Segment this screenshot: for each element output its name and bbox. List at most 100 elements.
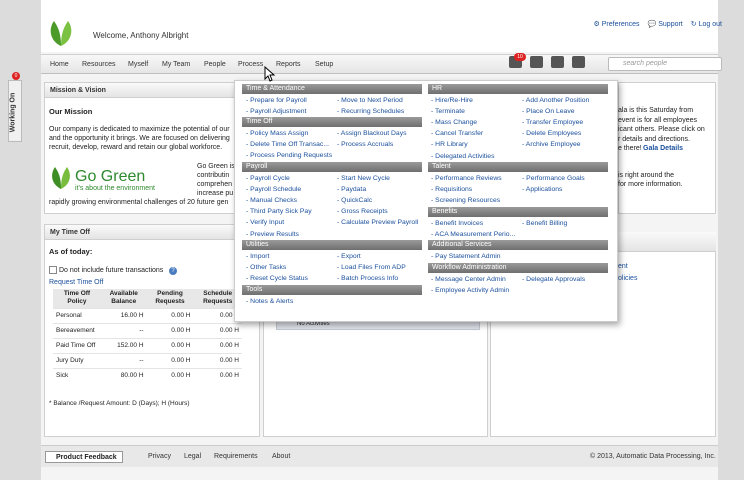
mouse-cursor-icon — [264, 66, 276, 82]
menu-item[interactable]: Export — [337, 253, 361, 260]
chat-bubble-icon: 💬 — [647, 21, 657, 28]
menu-item[interactable]: Payroll Adjustment — [246, 108, 306, 115]
menu-item[interactable]: Calculate Preview Payroll — [337, 219, 418, 226]
nav-setup[interactable]: Setup — [315, 61, 333, 68]
menu-item[interactable]: Benefit Billing — [522, 220, 567, 227]
cell: 0.00 H — [193, 322, 242, 338]
menu-item[interactable]: Add Another Position — [522, 97, 589, 104]
logout-link[interactable]: ↻ Log out — [690, 20, 722, 29]
time-off-title: My Time Off — [45, 225, 259, 240]
menu-item[interactable]: Payroll Schedule — [246, 186, 301, 193]
menu-item[interactable]: Pay Statement Admin — [431, 253, 500, 260]
mail-count-badge: 10 — [514, 53, 526, 61]
menu-item[interactable]: Delegate Approvals — [522, 276, 585, 283]
menu-section-pay: Payroll — [242, 162, 422, 172]
menu-item[interactable]: Mass Change — [431, 119, 477, 126]
menu-item[interactable]: QuickCalc — [337, 197, 372, 204]
footer-requirements-link[interactable]: Requirements — [214, 453, 258, 460]
cell: 0.00 H — [146, 322, 194, 338]
menu-section-talent: Talent — [428, 162, 608, 172]
nav-home[interactable]: Home — [50, 61, 69, 68]
menu-item[interactable]: Process Accruals — [337, 141, 393, 148]
cell: Paid Time Off — [53, 337, 101, 353]
menu-item[interactable]: Hire/Re-Hire — [431, 97, 473, 104]
menu-item[interactable]: Move to Next Period — [337, 97, 403, 104]
menu-item[interactable]: Import — [246, 253, 269, 260]
menu-item[interactable]: Other Tasks — [246, 264, 286, 271]
product-feedback-button[interactable]: Product Feedback — [45, 451, 123, 463]
menu-item[interactable]: Notes & Alerts — [246, 298, 293, 305]
menu-item[interactable]: Assign Blackout Days — [337, 130, 407, 137]
resource-link[interactable]: olicies — [618, 275, 637, 282]
menu-item[interactable]: Delegated Activities — [431, 153, 494, 160]
menu-item[interactable]: Employee Activity Admin — [431, 287, 509, 294]
cell: 0.00 H — [146, 352, 194, 368]
briefcase-icon[interactable] — [530, 56, 543, 68]
menu-item[interactable]: Third Party Sick Pay — [246, 208, 312, 215]
gala-details-link[interactable]: Gala Details — [643, 145, 683, 152]
nav-process[interactable]: Process — [238, 61, 263, 68]
nav-reports[interactable]: Reports — [276, 61, 301, 68]
menu-item[interactable]: Verify Input — [246, 219, 284, 226]
footer-privacy-link[interactable]: Privacy — [148, 453, 171, 460]
menu-section-wf: Workflow Administration — [428, 263, 608, 273]
menu-item[interactable]: Prepare for Payroll — [246, 97, 307, 104]
menu-item[interactable]: Preview Results — [246, 231, 299, 238]
company-leaf-logo — [50, 21, 72, 46]
menu-item[interactable]: Paydata — [337, 186, 366, 193]
col-pending: Pending Requests — [146, 289, 194, 308]
help-icon[interactable]: ? — [169, 267, 177, 275]
working-on-badge: 0 — [12, 72, 20, 80]
nav-myself[interactable]: Myself — [128, 61, 148, 68]
nav-people[interactable]: People — [204, 61, 226, 68]
logout-icon: ↻ — [690, 21, 697, 28]
menu-item[interactable]: Batch Process Info — [337, 275, 398, 282]
menu-item[interactable]: Requisitions — [431, 186, 472, 193]
wrench-icon[interactable] — [572, 56, 585, 68]
menu-item[interactable]: Screening Resources — [431, 197, 500, 204]
cell: Jury Duty — [53, 352, 101, 368]
menu-item[interactable]: Delete Time Off Transac... — [246, 141, 329, 148]
future-transactions-checkbox[interactable] — [49, 266, 57, 274]
preferences-link[interactable]: ⚙ Preferences — [593, 20, 639, 29]
go-green-tagline: it's about the environment — [75, 185, 155, 192]
report-icon[interactable] — [551, 56, 564, 68]
menu-item[interactable]: HR Library — [431, 141, 467, 148]
working-on-tab[interactable]: Working On — [8, 80, 22, 142]
menu-item[interactable]: Recurring Schedules — [337, 108, 404, 115]
as-of-label: As of today: — [49, 247, 93, 256]
menu-item[interactable]: Performance Reviews — [431, 175, 501, 182]
menu-section-tools: Tools — [242, 285, 422, 295]
menu-item[interactable]: Gross Receipts — [337, 208, 387, 215]
menu-item[interactable]: Manual Checks — [246, 197, 297, 204]
menu-item[interactable]: Applications — [522, 186, 563, 193]
footer-legal-link[interactable]: Legal — [184, 453, 201, 460]
go-green-text: contributin — [197, 172, 230, 179]
support-link[interactable]: 💬 Support — [647, 20, 683, 29]
search-people-input[interactable]: search people — [608, 57, 722, 71]
mission-heading: Our Mission — [49, 107, 93, 116]
nav-resources[interactable]: Resources — [82, 61, 115, 68]
menu-item[interactable]: Archive Employee — [522, 141, 581, 148]
menu-item[interactable]: ACA Measurement Perio... — [431, 231, 515, 238]
menu-section-hr: HR — [428, 84, 608, 94]
menu-item[interactable]: Terminate — [431, 108, 465, 115]
menu-item[interactable]: Process Pending Requests — [246, 152, 332, 159]
request-time-off-link[interactable]: Request Time Off — [49, 279, 103, 286]
menu-item[interactable]: Reset Cycle Status — [246, 275, 308, 282]
menu-item[interactable]: Cancel Transfer — [431, 130, 483, 137]
menu-item[interactable]: Benefit Invoices — [431, 220, 483, 227]
menu-item[interactable]: Performance Goals — [522, 175, 585, 182]
menu-item[interactable]: Message Center Admin — [431, 276, 506, 283]
resource-link[interactable]: ent — [618, 263, 628, 270]
menu-item[interactable]: Delete Employees — [522, 130, 581, 137]
menu-item[interactable]: Transfer Employee — [522, 119, 583, 126]
menu-item[interactable]: Load Files From ADP — [337, 264, 406, 271]
menu-item[interactable]: Policy Mass Assign — [246, 130, 308, 137]
menu-item[interactable]: Place On Leave — [522, 108, 574, 115]
cell: -- — [100, 352, 147, 368]
nav-my-team[interactable]: My Team — [162, 61, 190, 68]
footer-about-link[interactable]: About — [272, 453, 290, 460]
menu-item[interactable]: Start New Cycle — [337, 175, 390, 182]
menu-item[interactable]: Payroll Cycle — [246, 175, 290, 182]
